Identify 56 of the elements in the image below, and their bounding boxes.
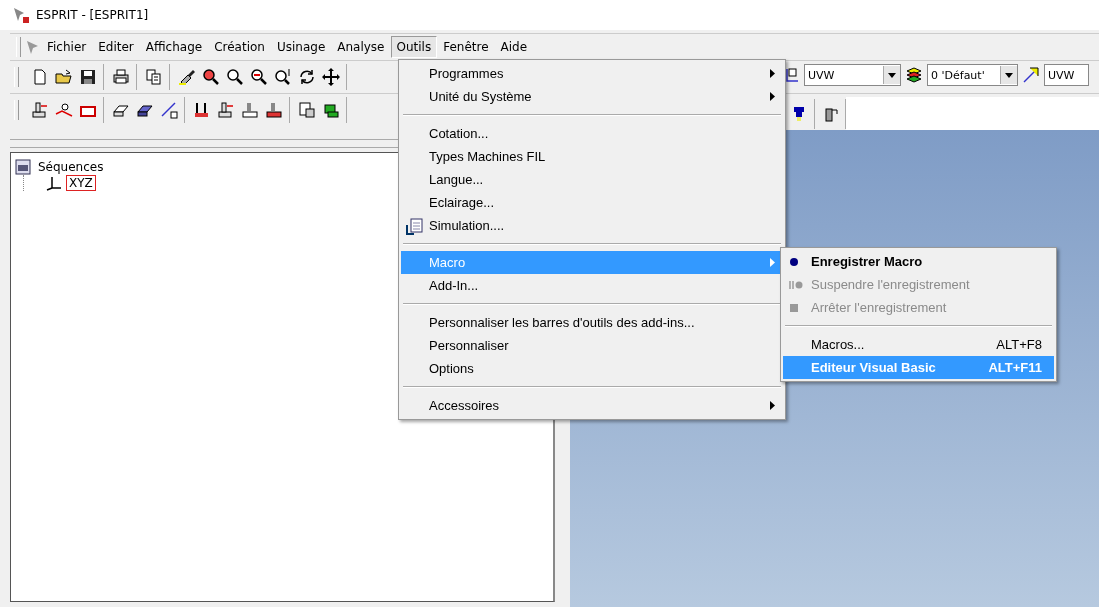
tool-icon[interactable] (265, 101, 283, 119)
zoom-icon[interactable] (274, 68, 292, 86)
menu-item[interactable]: Macros... ALT+F8 (783, 333, 1054, 356)
machine-icon[interactable] (31, 101, 49, 119)
menu-item[interactable]: Personnaliser (401, 334, 783, 357)
window-title: ESPRIT - [ESPRIT1] (36, 8, 149, 22)
copy-icon[interactable] (145, 68, 163, 86)
menu-title[interactable]: Aide (494, 36, 534, 58)
menu-item[interactable]: Accessoires (401, 394, 783, 417)
document-icon[interactable] (298, 101, 316, 119)
dropdown[interactable]: 0 'Défaut' (927, 64, 1018, 86)
menu-item[interactable]: Programmes (401, 62, 783, 85)
dimension-icon[interactable] (160, 101, 178, 119)
menu-title[interactable]: Editer (92, 36, 140, 58)
new-file-icon[interactable] (31, 68, 49, 86)
menu-item[interactable]: Personnaliser les barres d'outils des add-ins... (401, 311, 783, 334)
machine-icon[interactable] (217, 101, 235, 119)
tool-icon[interactable] (193, 101, 211, 119)
menu-item[interactable]: Eclairage... (401, 191, 783, 214)
menu-item[interactable]: Enregistrer Macro (783, 250, 1054, 273)
printer-icon[interactable] (112, 68, 130, 86)
menu-item[interactable]: Types Machines FIL (401, 145, 783, 168)
menu-item[interactable]: Langue... (401, 168, 783, 191)
menu-title[interactable]: Affichage (139, 36, 209, 58)
input-field[interactable]: UVW (1044, 64, 1089, 86)
menu-item[interactable]: Options (401, 357, 783, 380)
menu-title[interactable]: Analyse (331, 36, 391, 58)
dropdown[interactable]: UVW (804, 64, 901, 86)
menu-title[interactable]: Fichier (41, 36, 93, 58)
menu-title[interactable]: Usinage (270, 36, 332, 58)
block-icon[interactable] (322, 101, 340, 119)
app-icon (12, 6, 30, 24)
menu-item[interactable]: Add-In... (401, 274, 783, 297)
open-folder-icon[interactable] (55, 68, 73, 86)
menu-title[interactable]: Outils (390, 36, 438, 58)
brush-icon[interactable] (178, 68, 196, 86)
zoom-out-icon[interactable] (250, 68, 268, 86)
menu-item[interactable]: Simulation.... (401, 214, 783, 237)
menu-item[interactable]: Cotation... (401, 122, 783, 145)
save-icon[interactable] (79, 68, 97, 86)
menu-title[interactable]: Fenêtre (437, 36, 495, 58)
sequences-icon (15, 159, 31, 175)
zoom-icon[interactable] (226, 68, 244, 86)
caret-icon (1005, 72, 1013, 78)
tree-item[interactable]: XYZ (66, 175, 96, 191)
transform-icon[interactable] (1022, 66, 1040, 84)
axes-icon (46, 175, 62, 191)
caret-icon (888, 72, 896, 78)
toolpath-icon[interactable] (55, 101, 73, 119)
menu-item[interactable]: Unité du Système (401, 85, 783, 108)
zoom-icon[interactable] (202, 68, 220, 86)
tree-item[interactable]: Séquences (35, 159, 107, 175)
menu-title[interactable]: Création (208, 36, 271, 58)
rotate-icon[interactable] (298, 68, 316, 86)
move-icon[interactable] (322, 68, 340, 86)
layers-icon[interactable] (905, 66, 923, 84)
